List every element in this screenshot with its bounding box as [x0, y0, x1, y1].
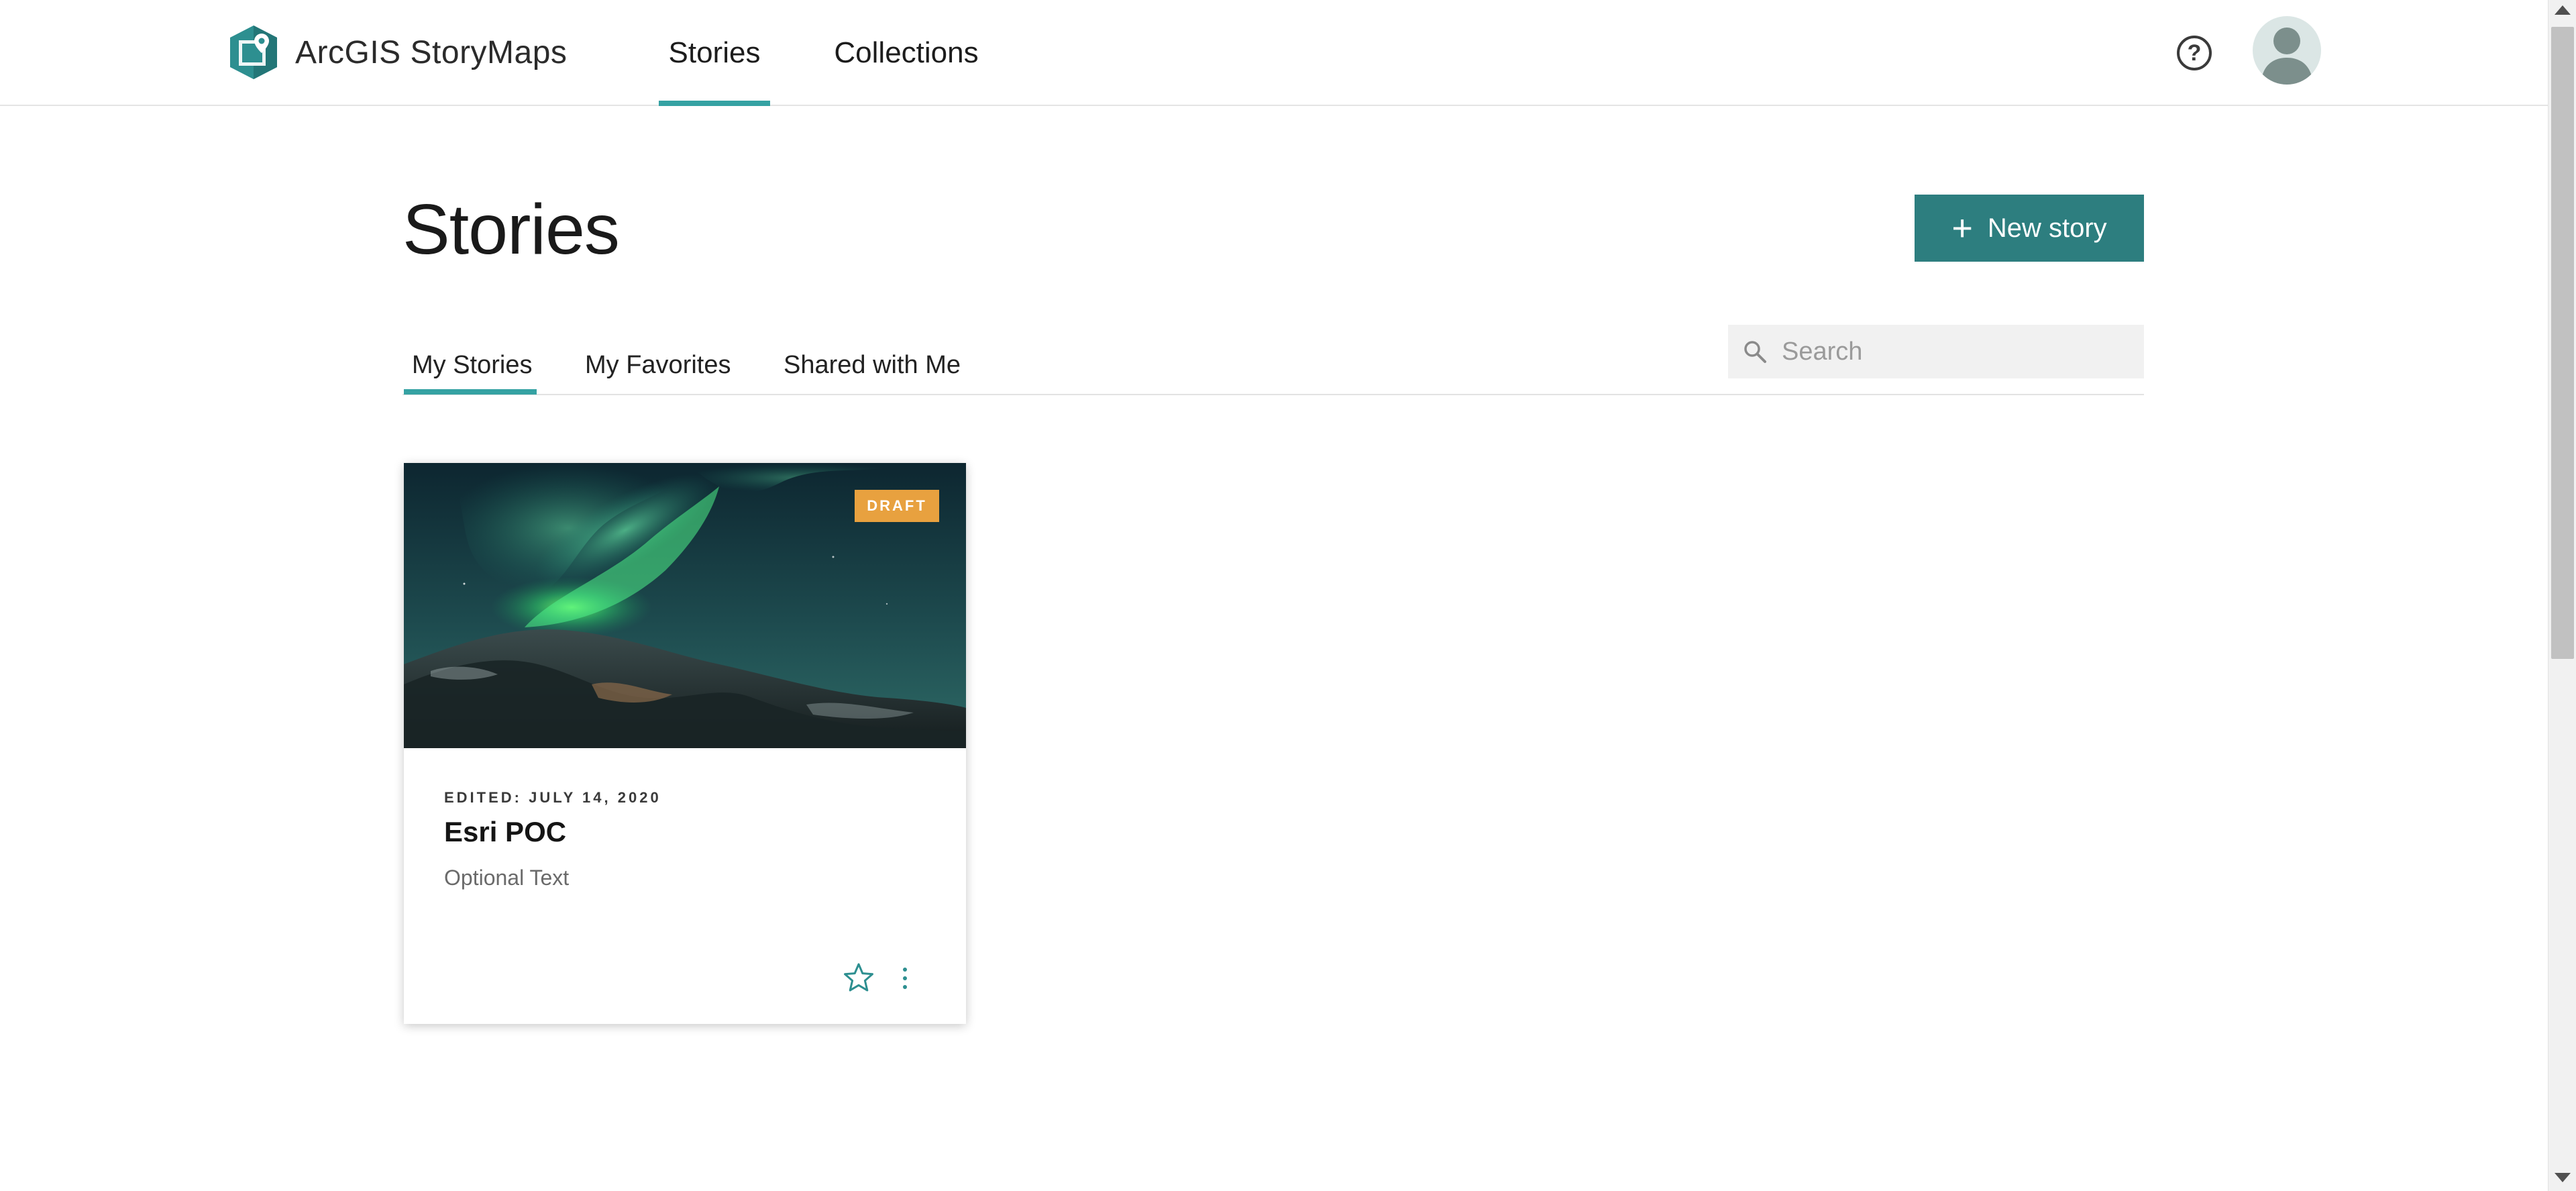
- story-description: Optional Text: [444, 866, 570, 890]
- scrollbar-thumb[interactable]: [2551, 27, 2574, 659]
- search-input[interactable]: [1782, 337, 2131, 366]
- new-story-label: New story: [1987, 213, 2107, 243]
- favorite-star-icon[interactable]: [841, 961, 876, 996]
- top-navigation-bar: ArcGIS StoryMaps Stories Collections ?: [0, 0, 2548, 106]
- help-button[interactable]: ?: [2177, 36, 2212, 70]
- nav-tab-stories[interactable]: Stories: [659, 0, 770, 106]
- story-edited-date: EDITED: JULY 14, 2020: [444, 789, 661, 806]
- help-circle-icon: ?: [2187, 40, 2202, 66]
- scroll-up-arrow-icon[interactable]: [2555, 5, 2571, 15]
- tab-active-indicator: [404, 389, 537, 395]
- nav-active-indicator: [659, 101, 770, 106]
- more-dot: [903, 976, 907, 980]
- search-icon: [1744, 341, 1766, 363]
- tab-my-stories[interactable]: My Stories: [412, 335, 532, 395]
- story-title[interactable]: Esri POC: [444, 816, 566, 848]
- more-dot: [903, 985, 907, 989]
- vertical-scrollbar[interactable]: [2548, 0, 2576, 1191]
- user-avatar-icon: [2261, 28, 2313, 85]
- brand-logo[interactable]: ArcGIS StoryMaps: [228, 24, 567, 81]
- user-avatar-button[interactable]: [2253, 16, 2321, 85]
- draft-badge: DRAFT: [855, 490, 939, 522]
- plus-icon: +: [1951, 208, 1973, 248]
- nav-tab-collections[interactable]: Collections: [826, 0, 986, 106]
- scroll-down-arrow-icon[interactable]: [2555, 1173, 2571, 1182]
- brand-name: ArcGIS StoryMaps: [295, 34, 568, 70]
- storymaps-logo-icon: [230, 25, 277, 79]
- story-card[interactable]: DRAFT EDITED: JULY 14, 2020 Esri POC Opt…: [404, 463, 966, 1024]
- tab-shared-with-me[interactable]: Shared with Me: [784, 335, 961, 395]
- new-story-button[interactable]: + New story: [1915, 195, 2144, 262]
- tab-my-favorites[interactable]: My Favorites: [585, 335, 731, 395]
- more-options-icon[interactable]: [895, 961, 915, 996]
- search-field[interactable]: [1728, 325, 2144, 378]
- page-title: Stories: [402, 190, 620, 269]
- more-dot: [903, 968, 907, 972]
